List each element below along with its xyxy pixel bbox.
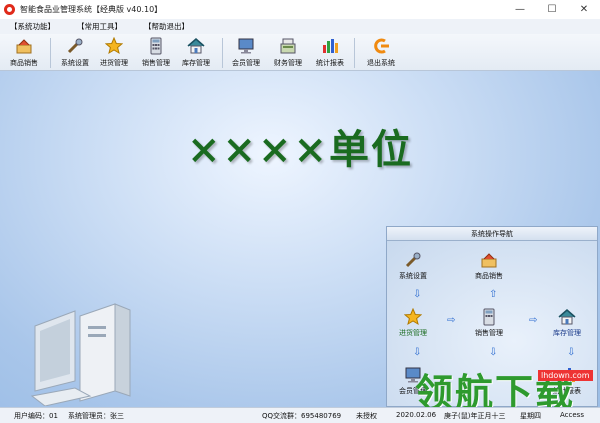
purchase-icon <box>105 37 123 55</box>
toolbar-label: 商品销售 <box>10 59 38 67</box>
status-license: 未授权 <box>356 412 377 420</box>
arrow-down-icon: ⇩ <box>567 347 576 358</box>
nav-label: 进货管理 <box>399 329 427 337</box>
arrow-right-icon: ⇨ <box>447 315 456 326</box>
close-button[interactable]: ✕ <box>568 0 600 19</box>
status-qq-group: QQ交流群：695480769 <box>262 412 342 420</box>
house-icon <box>187 38 205 54</box>
status-date: 2020.02.06 <box>396 411 437 419</box>
toolbar-purchase-button[interactable]: 进货管理 <box>96 34 132 71</box>
arrow-down-icon: ⇩ <box>413 289 422 300</box>
system-settings-icon <box>67 38 83 54</box>
toolbar-product-sales-button[interactable]: 商品销售 <box>4 34 44 71</box>
window-controls: — ☐ ✕ <box>504 0 600 19</box>
status-lunar-date: 庚子(鼠)年正月十三 <box>444 412 506 420</box>
maximize-button[interactable]: ☐ <box>536 0 568 19</box>
toolbar: 商品销售 系统设置 进货管理 销售管理 库存管理 会员管理 财务管理 统计报表 … <box>0 34 600 71</box>
toolbar-divider <box>222 38 223 68</box>
menu-help-exit[interactable]: 【帮助退出】 <box>144 21 189 32</box>
toolbar-label: 会员管理 <box>232 59 260 67</box>
window-title: 智能食品业管理系统【经典版 v40.10】 <box>20 5 163 14</box>
calculator-icon <box>150 37 162 55</box>
bar-chart-icon <box>323 39 338 53</box>
toolbar-member-button[interactable]: 会员管理 <box>228 34 264 71</box>
cash-register-icon <box>280 38 296 54</box>
nav-node-purchase[interactable]: 进货管理 <box>399 308 427 338</box>
nav-label: 商品销售 <box>475 272 503 280</box>
toolbar-system-settings-button[interactable]: 系统设置 <box>57 34 93 71</box>
toolbar-finance-button[interactable]: 财务管理 <box>270 34 306 71</box>
toolbar-sales-management-button[interactable]: 销售管理 <box>138 34 174 71</box>
toolbar-label: 库存管理 <box>182 59 210 67</box>
menu-system-functions[interactable]: 【系统功能】 <box>10 21 55 32</box>
arrow-down-icon: ⇩ <box>413 347 422 358</box>
system-settings-icon <box>405 252 421 268</box>
nav-node-inventory[interactable]: 库存管理 <box>553 308 581 338</box>
minimize-button[interactable]: — <box>504 0 536 19</box>
computer-illustration-icon <box>30 303 131 406</box>
product-sales-icon <box>481 253 497 268</box>
toolbar-label: 财务管理 <box>274 59 302 67</box>
main-desktop-area: ××××单位 系统操作导航 系统设置 商品销售 ⇩ ⇧ 进货管理 ⇨ 销售管理 … <box>0 71 600 407</box>
toolbar-divider <box>354 38 355 68</box>
watermark-url: lhdown.com <box>538 370 593 381</box>
arrow-down-icon: ⇩ <box>489 347 498 358</box>
status-database: Access <box>560 411 584 419</box>
menu-common-tools[interactable]: 【常用工具】 <box>77 21 122 32</box>
toolbar-exit-button[interactable]: 退出系统 <box>363 34 399 71</box>
calculator-icon <box>483 308 495 326</box>
menu-bar: 【系统功能】 【常用工具】 【帮助退出】 <box>0 19 600 34</box>
house-icon <box>558 309 576 325</box>
status-user-code: 用户编码：01 <box>14 412 58 420</box>
status-admin: 系统管理员：张三 <box>68 412 124 420</box>
nav-panel-title: 系统操作导航 <box>387 227 597 241</box>
toolbar-label: 统计报表 <box>316 59 344 67</box>
toolbar-label: 销售管理 <box>142 59 170 67</box>
status-bar: 用户编码：01 系统管理员：张三 QQ交流群：695480769 未授权 202… <box>0 407 600 423</box>
purchase-icon <box>404 308 422 326</box>
nav-label: 系统设置 <box>399 272 427 280</box>
arrow-right-icon: ⇨ <box>529 315 538 326</box>
title-bar: 智能食品业管理系统【经典版 v40.10】 — ☐ ✕ <box>0 0 600 19</box>
toolbar-report-button[interactable]: 统计报表 <box>312 34 348 71</box>
status-weekday: 星期四 <box>520 412 541 420</box>
app-logo-icon <box>4 4 15 15</box>
nav-node-system-settings[interactable]: 系统设置 <box>399 251 427 281</box>
nav-label: 库存管理 <box>553 329 581 337</box>
toolbar-inventory-button[interactable]: 库存管理 <box>178 34 214 71</box>
nav-label: 销售管理 <box>475 329 503 337</box>
toolbar-label: 系统设置 <box>61 59 89 67</box>
nav-node-sales-management[interactable]: 销售管理 <box>475 308 503 338</box>
toolbar-divider <box>50 38 51 68</box>
exit-icon <box>374 38 389 54</box>
arrow-up-icon: ⇧ <box>489 289 498 300</box>
nav-node-product-sales[interactable]: 商品销售 <box>475 251 503 281</box>
product-sales-icon <box>16 39 32 54</box>
toolbar-label: 退出系统 <box>367 59 395 67</box>
toolbar-label: 进货管理 <box>100 59 128 67</box>
unit-title: ××××单位 <box>186 126 414 173</box>
monitor-icon <box>238 38 254 54</box>
